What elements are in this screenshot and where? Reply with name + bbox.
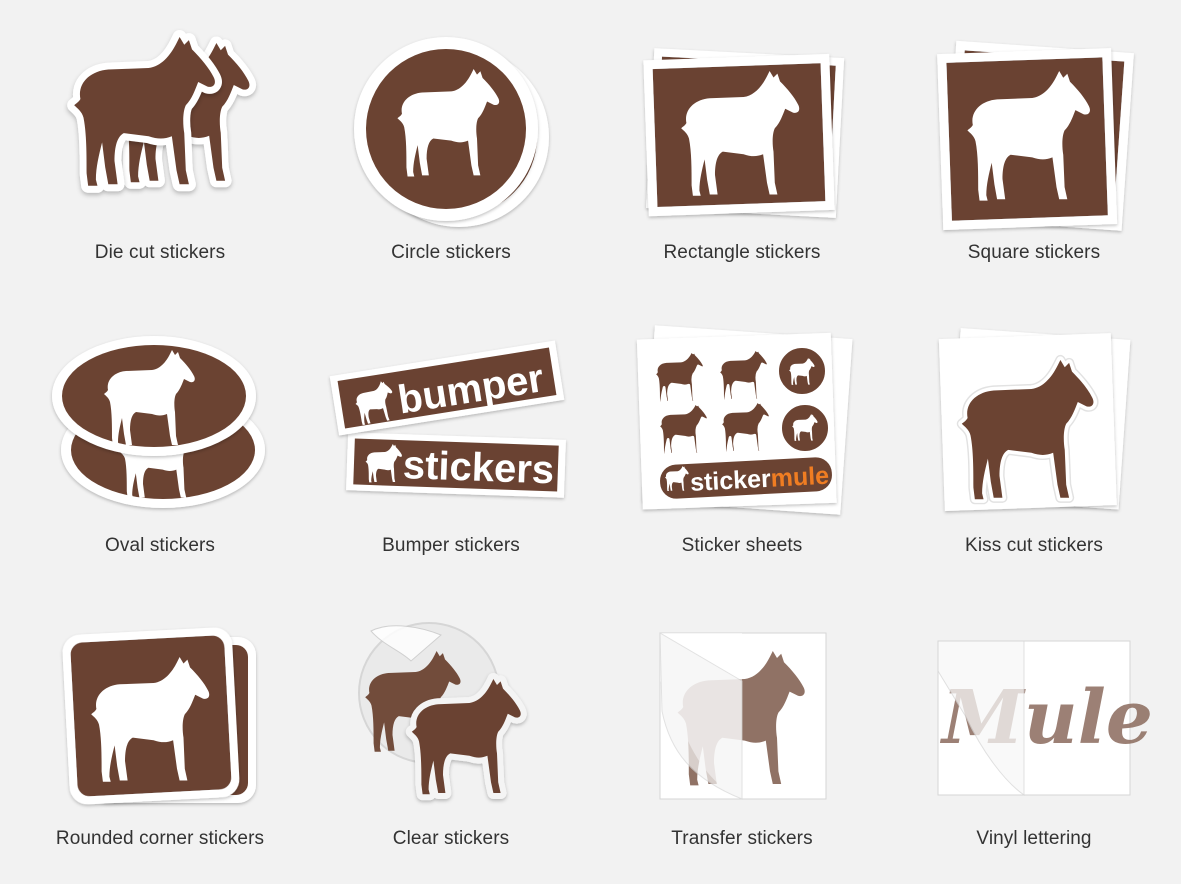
sticker-sheet-icon: stickermule [636, 325, 853, 515]
bumper-sticker-icon: stickers bumper [329, 340, 566, 498]
product-oval[interactable]: Oval stickers [40, 328, 280, 588]
product-label: Rounded corner stickers [55, 828, 265, 849]
horse-rounded-icon [62, 627, 256, 805]
product-vinyl[interactable]: Mule Vinyl lettering [914, 621, 1154, 881]
product-label: Square stickers [967, 242, 1101, 263]
horse-kiss-cut-icon [938, 328, 1131, 512]
product-label: Kiss cut stickers [965, 535, 1103, 556]
product-label: Transfer stickers [671, 828, 813, 849]
horse-transfer-icon [659, 632, 827, 800]
horse-die-cut-icon [40, 35, 280, 235]
product-circle[interactable]: Circle stickers [331, 35, 571, 295]
product-sheets[interactable]: stickermule Sticker sheets [622, 325, 862, 588]
product-label: Die cut stickers [94, 242, 226, 263]
product-die-cut[interactable]: Die cut stickers [40, 35, 280, 295]
product-label: Clear stickers [392, 828, 510, 849]
product-label: Bumper stickers [382, 535, 520, 556]
sheet-art-text-2: mule [770, 462, 830, 493]
product-rectangle[interactable]: Rectangle stickers [622, 35, 862, 295]
product-clear[interactable]: Clear stickers [331, 621, 571, 881]
product-rounded[interactable]: Rounded corner stickers [40, 621, 280, 881]
product-label: Sticker sheets [681, 535, 803, 556]
product-square[interactable]: Square stickers [914, 35, 1154, 295]
product-label: Oval stickers [104, 535, 216, 556]
horse-rectangle-icon [643, 48, 845, 218]
product-label: Vinyl lettering [976, 828, 1092, 849]
horse-circle-icon [354, 37, 549, 227]
product-label: Circle stickers [391, 242, 511, 263]
product-label: Rectangle stickers [663, 242, 821, 263]
vinyl-lettering-icon: Mule [937, 640, 1153, 796]
sticker-product-grid: Die cut stickers Circle stickers Rectang… [0, 0, 1181, 884]
product-transfer[interactable]: Transfer stickers [622, 621, 862, 881]
product-bumper[interactable]: stickers bumper Bumper stickers [329, 328, 571, 588]
horse-clear-icon [358, 622, 571, 821]
horse-square-icon [937, 40, 1134, 231]
horse-oval-icon [52, 336, 265, 508]
product-kiss-cut[interactable]: Kiss cut stickers [914, 328, 1154, 588]
bumper-art-text-2: stickers [402, 443, 555, 492]
sheet-art-text-1: sticker [689, 465, 771, 497]
